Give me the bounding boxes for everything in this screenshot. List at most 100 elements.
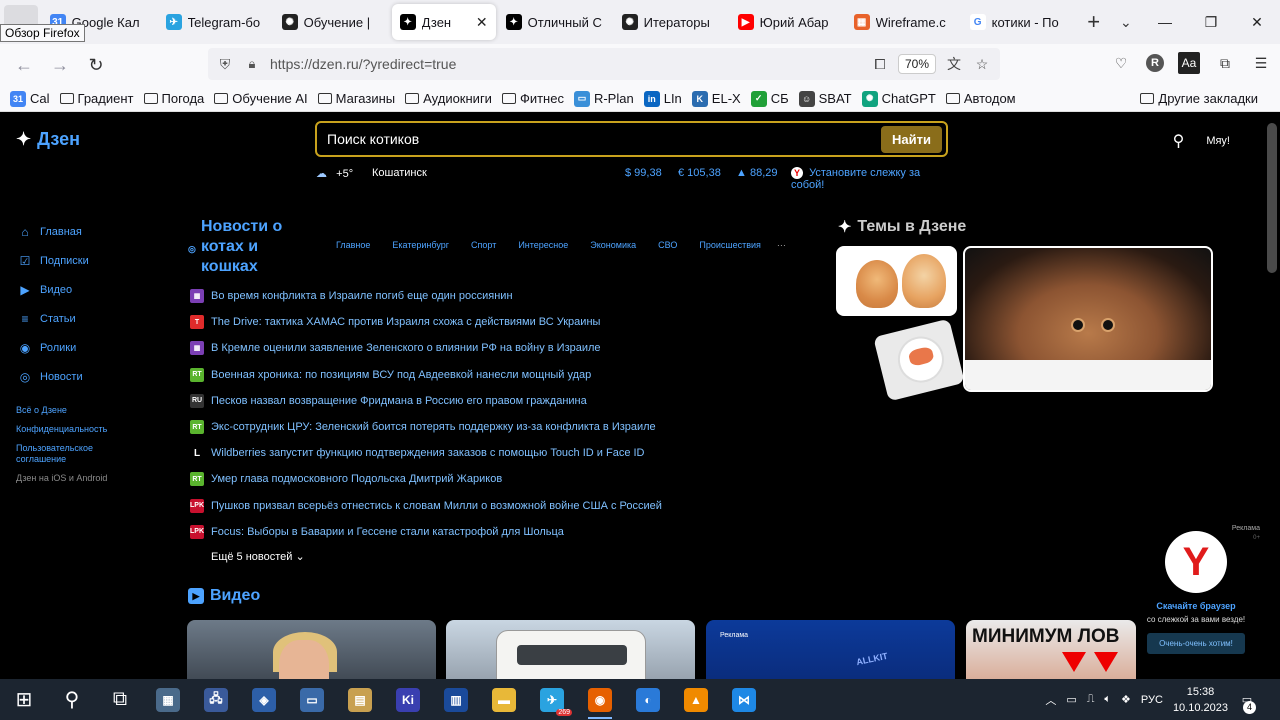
search-icon[interactable]: ⚲ [1173, 131, 1185, 151]
tab-1[interactable]: ✈ Telegram-бо [158, 0, 274, 44]
restore-button[interactable]: ❐ [1188, 0, 1234, 44]
pocket-icon[interactable]: ♡ [1110, 52, 1132, 74]
volume-icon[interactable]: 🔈︎ [1104, 693, 1111, 706]
sidebar-item[interactable]: ▶ Видео [18, 275, 89, 304]
screenshot-icon[interactable]: ⧠ [870, 56, 890, 73]
bookmark-item[interactable]: K EL-X [691, 90, 741, 107]
sidebar-item[interactable]: ≡ Статьи [18, 304, 89, 333]
chrome-icon[interactable]: ◐ [624, 679, 672, 720]
promo-button[interactable]: Очень-очень хотим! [1147, 633, 1245, 654]
news-item[interactable]: ▦ В Кремле оценили заявление Зеленского о… [190, 335, 662, 361]
sidebar-item[interactable]: ◎ Новости [18, 362, 89, 391]
news-item[interactable]: LPK Focus: Выборы в Баварии и Гессене ста… [190, 519, 662, 545]
sidebar-item[interactable]: ◉ Ролики [18, 333, 89, 362]
search-input[interactable] [327, 131, 882, 147]
battery-icon[interactable]: ▭ [1066, 693, 1076, 706]
city-label[interactable]: Кошатинск [372, 167, 427, 179]
profile-avatar[interactable]: R [1146, 54, 1164, 72]
more-icon[interactable]: ··· [777, 240, 786, 250]
about-link[interactable]: Всё о Дзене [16, 405, 107, 416]
news-section-title[interactable]: ◎ Новости о котах и кошках [188, 217, 298, 277]
lock-icon[interactable]: 🔒︎ [240, 56, 264, 72]
news-category-tab[interactable]: Экономика [590, 240, 636, 250]
weather[interactable]: ☁ +5° [316, 167, 353, 180]
bookmark-item[interactable]: Аудиокниги [405, 91, 492, 106]
explorer-icon[interactable]: ▬ [480, 679, 528, 720]
other-bookmarks[interactable]: Другие закладки [1140, 91, 1258, 106]
video-card[interactable]: Реклама ALLKIT [706, 620, 955, 679]
bookmark-item[interactable]: Магазины [317, 91, 395, 106]
task-view-icon[interactable]: ⧉ [96, 679, 144, 720]
firefox-icon[interactable]: ◉ [576, 679, 624, 720]
bookmark-item[interactable]: Фитнес [501, 91, 564, 106]
notifications-icon[interactable]: ▭ 4 [1240, 688, 1264, 714]
language-indicator[interactable]: РУС [1141, 694, 1163, 706]
clock[interactable]: 15:38 10.10.2023 [1173, 684, 1228, 716]
chart-app-icon[interactable]: ▥ [432, 679, 480, 720]
tab-3[interactable]: ✦ Дзен ✕ [391, 4, 496, 40]
theme-card-cat[interactable] [963, 246, 1213, 392]
chevron-up-icon[interactable]: ︿ [1045, 692, 1056, 708]
apps-link[interactable]: Дзен на iOS и Android [16, 473, 107, 484]
video-card[interactable]: МИНИМУМ ЛОВ [966, 620, 1136, 679]
vscode-icon[interactable]: ⋈ [720, 679, 768, 720]
bookmark-item[interactable]: Обучение AI [214, 91, 308, 106]
tab-6[interactable]: ▶ Юрий Абар [730, 0, 846, 44]
video-card[interactable] [446, 620, 695, 679]
eur-rate[interactable]: € 105,38 [678, 167, 721, 179]
bookmark-item[interactable]: Автодом [945, 91, 1016, 106]
news-item[interactable]: L Wildberries запустит функцию подтвержде… [190, 440, 662, 466]
video-card[interactable] [187, 620, 436, 679]
bookmark-item[interactable]: in LIn [643, 90, 682, 107]
url-text[interactable]: https://dzen.ru/?yredirect=true [270, 56, 456, 72]
tab-4[interactable]: ✦ Отличный С [498, 0, 614, 44]
vlc-icon[interactable]: ▲ [672, 679, 720, 720]
dropbox-icon[interactable]: ❖ [1121, 693, 1131, 706]
archive-icon[interactable]: ▤ [336, 679, 384, 720]
sidebar-item[interactable]: ⌂ Главная [18, 217, 89, 246]
start-button[interactable]: ⊞ [0, 679, 48, 720]
zoom-button[interactable]: 70% [897, 54, 936, 74]
bookmark-star-icon[interactable]: ☆ [972, 56, 992, 73]
news-category-tab[interactable]: Екатеринбург [392, 240, 449, 250]
bookmark-item[interactable]: ☺ SBAT [798, 90, 852, 107]
network-app-icon[interactable]: 🖧 [192, 679, 240, 720]
shield-icon[interactable]: ⛨ [210, 56, 240, 73]
bookmark-item[interactable]: Градиент [59, 91, 134, 106]
promo-title[interactable]: Скачайте браузер [1140, 601, 1252, 611]
reader-icon[interactable]: Aa [1178, 52, 1200, 74]
tracking-promo[interactable]: Y Установите слежку за собой! [791, 167, 948, 191]
translate-icon[interactable]: 文 [944, 54, 964, 74]
theme-card-kittens[interactable] [836, 246, 957, 316]
news-category-tab[interactable]: Главное [336, 240, 370, 250]
virtualbox-icon[interactable]: ◈ [240, 679, 288, 720]
news-item[interactable]: RT Экс-сотрудник ЦРУ: Зеленский боится по… [190, 414, 662, 440]
news-item[interactable]: RT Военная хроника: по позициям ВСУ под А… [190, 362, 662, 388]
dzen-logo[interactable]: ✦ Дзен [16, 129, 80, 150]
news-item[interactable]: LPK Пушков призвал всерьёз отнестись к сл… [190, 493, 662, 519]
theme-card-food[interactable] [873, 318, 965, 402]
news-item[interactable]: ▦ Во время конфликта в Израиле погиб еще … [190, 283, 662, 309]
telegram-icon[interactable]: ✈ 269 [528, 679, 576, 720]
reload-button[interactable]: ↻ [78, 49, 114, 81]
oil-rate[interactable]: ▲ 88,29 [736, 167, 777, 179]
usd-rate[interactable]: $ 99,38 [625, 167, 662, 179]
scrollbar-thumb[interactable] [1267, 123, 1277, 273]
minimize-button[interactable]: — [1142, 0, 1188, 44]
search-button[interactable]: Найти [881, 125, 942, 153]
news-category-tab[interactable]: Интересное [518, 240, 568, 250]
bookmark-item[interactable]: Погода [143, 91, 204, 106]
tab-8[interactable]: Gкотики - По [962, 0, 1078, 44]
sidebar-item[interactable]: ☑ Подписки [18, 246, 89, 275]
bookmark-item[interactable]: ▭ R-Plan [573, 90, 634, 107]
privacy-link[interactable]: Конфиденциальность [16, 424, 107, 435]
list-all-tabs-button[interactable]: ⌄ [1110, 0, 1142, 44]
terms-link[interactable]: Пользовательское соглашение [16, 443, 106, 465]
extensions-icon[interactable]: ⧉ [1214, 52, 1236, 74]
news-item[interactable]: RU Песков назвал возвращение Фридмана в Р… [190, 388, 662, 414]
video-section-title[interactable]: ▶ Видео [188, 587, 260, 605]
menu-icon[interactable]: ☰ [1250, 52, 1272, 74]
news-category-tab[interactable]: Спорт [471, 240, 496, 250]
bookmark-item[interactable]: ✓ СБ [750, 90, 789, 107]
calculator-icon[interactable]: ▦ [144, 679, 192, 720]
